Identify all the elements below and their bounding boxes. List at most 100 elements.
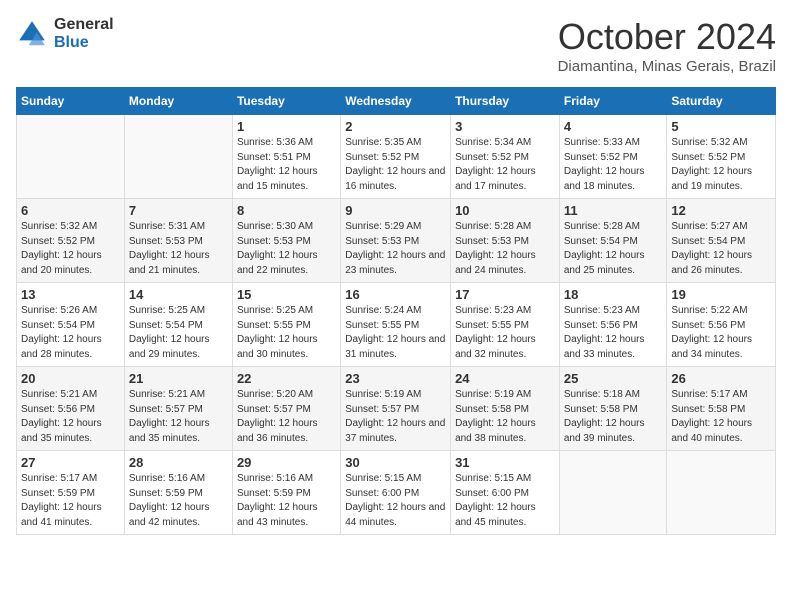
day-info: Sunrise: 5:17 AMSunset: 5:59 PMDaylight:… — [21, 472, 120, 530]
day-number: 10 — [455, 203, 555, 218]
day-info: Sunrise: 5:20 AMSunset: 5:57 PMDaylight:… — [237, 388, 336, 446]
subtitle: Diamantina, Minas Gerais, Brazil — [558, 58, 776, 75]
day-info: Sunrise: 5:28 AMSunset: 5:53 PMDaylight:… — [455, 220, 555, 278]
day-number: 14 — [129, 287, 228, 302]
calendar-week-row: 6Sunrise: 5:32 AMSunset: 5:52 PMDaylight… — [17, 199, 776, 283]
day-number: 16 — [345, 287, 446, 302]
day-number: 29 — [237, 455, 336, 470]
calendar-cell: 22 Sunrise: 5:20 AMSunset: 5:57 PMDayligh… — [232, 367, 340, 451]
calendar-week-row: 1Sunrise: 5:36 AMSunset: 5:51 PMDaylight… — [17, 115, 776, 199]
calendar-cell — [667, 451, 776, 535]
calendar-week-row: 13Sunrise: 5:26 AMSunset: 5:54 PMDayligh… — [17, 283, 776, 367]
calendar-cell: 26 Sunrise: 5:17 AMSunset: 5:58 PMDayligh… — [667, 367, 776, 451]
day-number: 2 — [345, 119, 446, 134]
page-header: General Blue October 2024 Diamantina, Mi… — [16, 16, 776, 75]
day-number: 28 — [129, 455, 228, 470]
day-info: Sunrise: 5:28 AMSunset: 5:54 PMDaylight:… — [564, 220, 663, 278]
day-number: 26 — [671, 371, 771, 386]
day-info: Sunrise: 5:21 AMSunset: 5:56 PMDaylight:… — [21, 388, 120, 446]
column-header-saturday: Saturday — [667, 88, 776, 115]
logo-blue: Blue — [54, 34, 114, 52]
day-number: 30 — [345, 455, 446, 470]
day-info: Sunrise: 5:25 AMSunset: 5:55 PMDaylight:… — [237, 304, 336, 362]
day-info: Sunrise: 5:32 AMSunset: 5:52 PMDaylight:… — [671, 136, 771, 194]
calendar-cell — [17, 115, 125, 199]
day-info: Sunrise: 5:29 AMSunset: 5:53 PMDaylight:… — [345, 220, 446, 278]
day-number: 24 — [455, 371, 555, 386]
calendar-cell: 27 Sunrise: 5:17 AMSunset: 5:59 PMDayligh… — [17, 451, 125, 535]
calendar-cell: 7Sunrise: 5:31 AMSunset: 5:53 PMDaylight… — [124, 199, 232, 283]
calendar-cell: 10 Sunrise: 5:28 AMSunset: 5:53 PMDayligh… — [451, 199, 560, 283]
day-number: 3 — [455, 119, 555, 134]
day-info: Sunrise: 5:27 AMSunset: 5:54 PMDaylight:… — [671, 220, 771, 278]
day-info: Sunrise: 5:35 AMSunset: 5:52 PMDaylight:… — [345, 136, 446, 194]
calendar-cell: 2 Sunrise: 5:35 AMSunset: 5:52 PMDaylight… — [341, 115, 451, 199]
day-number: 15 — [237, 287, 336, 302]
day-number: 19 — [671, 287, 771, 302]
column-header-tuesday: Tuesday — [232, 88, 340, 115]
calendar-cell: 3 Sunrise: 5:34 AMSunset: 5:52 PMDaylight… — [451, 115, 560, 199]
calendar-cell: 19 Sunrise: 5:22 AMSunset: 5:56 PMDayligh… — [667, 283, 776, 367]
day-number: 8 — [237, 203, 336, 218]
calendar-cell: 20 Sunrise: 5:21 AMSunset: 5:56 PMDayligh… — [17, 367, 125, 451]
calendar-cell: 1Sunrise: 5:36 AMSunset: 5:51 PMDaylight… — [232, 115, 340, 199]
calendar-cell: 28 Sunrise: 5:16 AMSunset: 5:59 PMDayligh… — [124, 451, 232, 535]
day-info: Sunrise: 5:18 AMSunset: 5:58 PMDaylight:… — [564, 388, 663, 446]
day-number: 17 — [455, 287, 555, 302]
column-header-monday: Monday — [124, 88, 232, 115]
day-info: Sunrise: 5:25 AMSunset: 5:54 PMDaylight:… — [129, 304, 228, 362]
day-info: Sunrise: 5:30 AMSunset: 5:53 PMDaylight:… — [237, 220, 336, 278]
day-info: Sunrise: 5:33 AMSunset: 5:52 PMDaylight:… — [564, 136, 663, 194]
calendar-cell: 17 Sunrise: 5:23 AMSunset: 5:55 PMDayligh… — [451, 283, 560, 367]
calendar-cell — [559, 451, 667, 535]
logo: General Blue — [16, 16, 114, 51]
day-info: Sunrise: 5:32 AMSunset: 5:52 PMDaylight:… — [21, 220, 120, 278]
day-number: 27 — [21, 455, 120, 470]
day-info: Sunrise: 5:22 AMSunset: 5:56 PMDaylight:… — [671, 304, 771, 362]
day-info: Sunrise: 5:21 AMSunset: 5:57 PMDaylight:… — [129, 388, 228, 446]
main-title: October 2024 — [558, 16, 776, 58]
calendar-header-row: SundayMondayTuesdayWednesdayThursdayFrid… — [17, 88, 776, 115]
day-number: 1 — [237, 119, 336, 134]
calendar-cell: 8 Sunrise: 5:30 AMSunset: 5:53 PMDaylight… — [232, 199, 340, 283]
day-number: 9 — [345, 203, 446, 218]
column-header-wednesday: Wednesday — [341, 88, 451, 115]
calendar-week-row: 27 Sunrise: 5:17 AMSunset: 5:59 PMDayligh… — [17, 451, 776, 535]
calendar-cell: 21Sunrise: 5:21 AMSunset: 5:57 PMDayligh… — [124, 367, 232, 451]
column-header-thursday: Thursday — [451, 88, 560, 115]
day-info: Sunrise: 5:16 AMSunset: 5:59 PMDaylight:… — [129, 472, 228, 530]
calendar-cell: 30 Sunrise: 5:15 AMSunset: 6:00 PMDayligh… — [341, 451, 451, 535]
day-number: 18 — [564, 287, 663, 302]
day-info: Sunrise: 5:17 AMSunset: 5:58 PMDaylight:… — [671, 388, 771, 446]
calendar-cell — [124, 115, 232, 199]
day-info: Sunrise: 5:23 AMSunset: 5:56 PMDaylight:… — [564, 304, 663, 362]
calendar-week-row: 20 Sunrise: 5:21 AMSunset: 5:56 PMDayligh… — [17, 367, 776, 451]
column-header-friday: Friday — [559, 88, 667, 115]
calendar-cell: 5 Sunrise: 5:32 AMSunset: 5:52 PMDaylight… — [667, 115, 776, 199]
calendar-cell: 24Sunrise: 5:19 AMSunset: 5:58 PMDayligh… — [451, 367, 560, 451]
day-info: Sunrise: 5:23 AMSunset: 5:55 PMDaylight:… — [455, 304, 555, 362]
day-info: Sunrise: 5:24 AMSunset: 5:55 PMDaylight:… — [345, 304, 446, 362]
column-header-sunday: Sunday — [17, 88, 125, 115]
day-info: Sunrise: 5:26 AMSunset: 5:54 PMDaylight:… — [21, 304, 120, 362]
logo-text: General Blue — [54, 16, 114, 51]
calendar-table: SundayMondayTuesdayWednesdayThursdayFrid… — [16, 87, 776, 535]
calendar-cell: 4Sunrise: 5:33 AMSunset: 5:52 PMDaylight… — [559, 115, 667, 199]
day-number: 22 — [237, 371, 336, 386]
day-number: 20 — [21, 371, 120, 386]
day-number: 5 — [671, 119, 771, 134]
calendar-cell: 13Sunrise: 5:26 AMSunset: 5:54 PMDayligh… — [17, 283, 125, 367]
calendar-cell: 18 Sunrise: 5:23 AMSunset: 5:56 PMDayligh… — [559, 283, 667, 367]
logo-general: General — [54, 16, 114, 34]
calendar-cell: 23 Sunrise: 5:19 AMSunset: 5:57 PMDayligh… — [341, 367, 451, 451]
day-info: Sunrise: 5:15 AMSunset: 6:00 PMDaylight:… — [345, 472, 446, 530]
day-info: Sunrise: 5:19 AMSunset: 5:57 PMDaylight:… — [345, 388, 446, 446]
day-number: 23 — [345, 371, 446, 386]
calendar-cell: 31Sunrise: 5:15 AMSunset: 6:00 PMDayligh… — [451, 451, 560, 535]
day-info: Sunrise: 5:34 AMSunset: 5:52 PMDaylight:… — [455, 136, 555, 194]
calendar-cell: 16 Sunrise: 5:24 AMSunset: 5:55 PMDayligh… — [341, 283, 451, 367]
logo-icon — [16, 18, 48, 50]
title-section: October 2024 Diamantina, Minas Gerais, B… — [558, 16, 776, 75]
calendar-cell: 6Sunrise: 5:32 AMSunset: 5:52 PMDaylight… — [17, 199, 125, 283]
calendar-cell: 15 Sunrise: 5:25 AMSunset: 5:55 PMDayligh… — [232, 283, 340, 367]
